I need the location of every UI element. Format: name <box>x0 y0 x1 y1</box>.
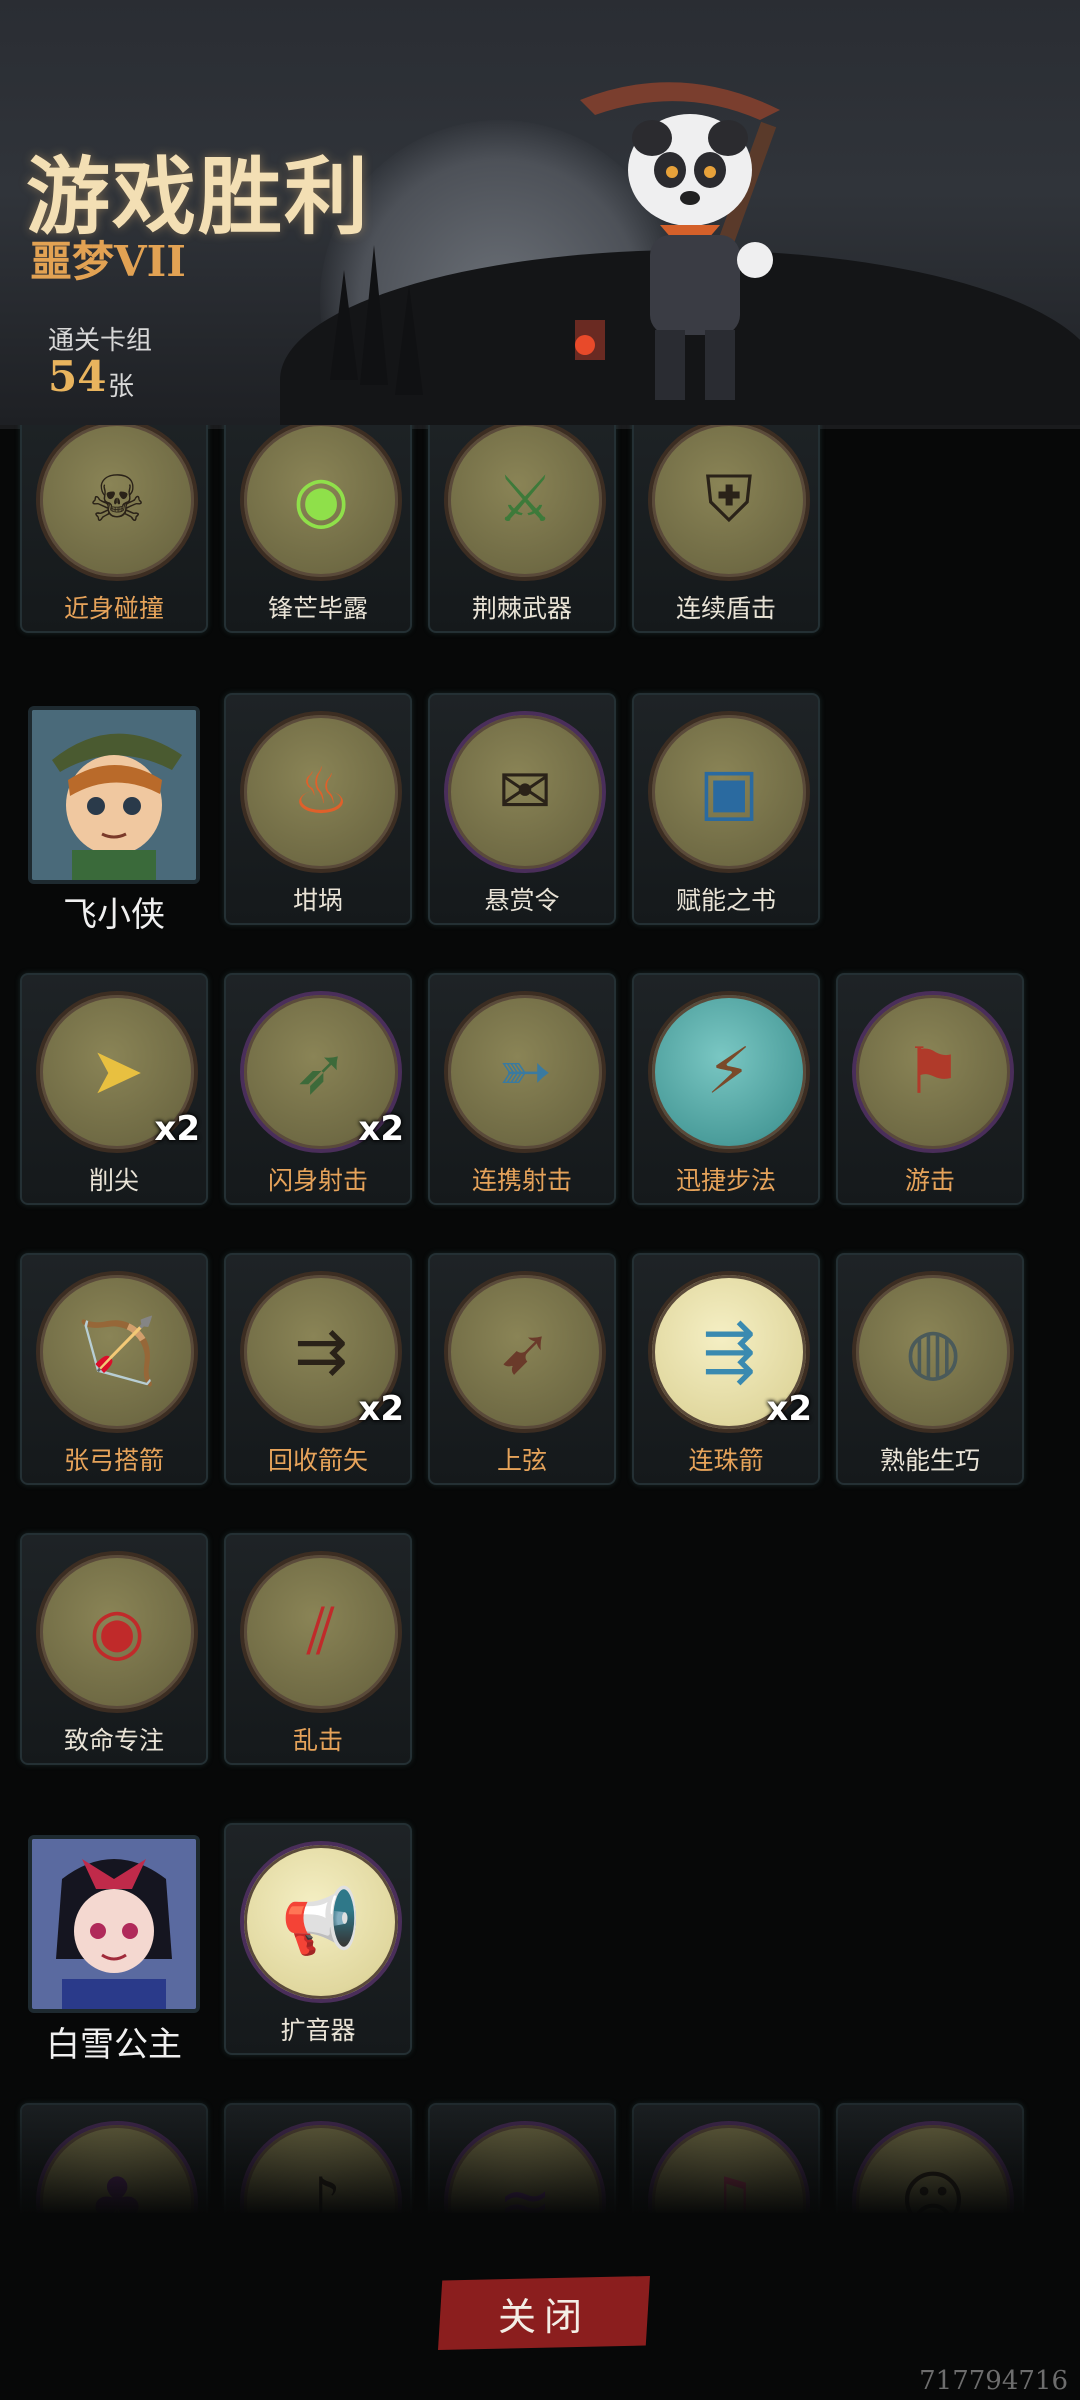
difficulty-level: 噩梦VII <box>30 237 186 286</box>
count-badge: x2 <box>358 1389 404 1429</box>
card-name: 扩音器 <box>280 2016 356 2045</box>
close-button[interactable]: 关闭 <box>438 2276 650 2350</box>
crossed-bow-arrow-icon: ➹ <box>444 1271 606 1433</box>
card-volley[interactable]: ⇶ x2 连珠箭 <box>632 1253 820 1485</box>
wanted-poster-icon: ✉ <box>444 711 606 873</box>
card-name: 迅捷步法 <box>675 1166 776 1195</box>
card-name: 荆棘武器 <box>471 594 572 623</box>
card-cauldron[interactable]: ♨ 坩埚 <box>224 693 412 925</box>
card-name: 连携射击 <box>471 1166 572 1195</box>
hero-name: 白雪公主 <box>46 2025 182 2065</box>
tree-silhouette <box>395 285 423 395</box>
card-dodge-shot[interactable]: ➶ x2 闪身射击 <box>224 973 412 1205</box>
card-deadly-focus[interactable]: ◉ 致命专注 <box>20 1533 208 1765</box>
map-flags-icon: ⚑ <box>852 991 1014 1153</box>
tree-silhouette <box>360 245 388 385</box>
cauldron-icon: ♨ <box>240 711 402 873</box>
eye-focus-icon: ◉ <box>36 1551 198 1713</box>
combo-shot-icon: ➳ <box>444 991 606 1153</box>
card-close-collision[interactable]: ☠ 近身碰撞 <box>20 425 208 633</box>
card-sharpen[interactable]: ➤ x2 削尖 <box>20 973 208 1205</box>
card-name: 连续盾击 <box>675 594 776 623</box>
scroll-fade <box>0 2085 1080 2213</box>
card-thorn-weapon[interactable]: ⚔ 荆棘武器 <box>428 425 616 633</box>
count-badge: x2 <box>766 1389 812 1429</box>
panda-reaper-mascot-icon <box>575 82 780 400</box>
hero-portrait[interactable] <box>28 706 200 884</box>
card-name: 赋能之书 <box>675 886 776 915</box>
thorn-archer-icon: ⚔ <box>444 425 606 581</box>
card-name: 致命专注 <box>63 1726 164 1755</box>
deck-card-list[interactable]: ☠ 近身碰撞 ◉ 锋芒毕露 ⚔ 荆棘武器 ⛨ 连续盾击 飞小侠 ♨ 坩埚 ✉ 悬… <box>0 425 1080 2213</box>
count-badge: x2 <box>154 1109 200 1149</box>
card-guerrilla[interactable]: ⚑ 游击 <box>836 973 1024 1205</box>
hero-portrait[interactable] <box>28 1835 200 2013</box>
hero-name: 飞小侠 <box>63 895 165 935</box>
hero-snow-white-portrait <box>32 1839 196 2009</box>
drawing-bow-icon: 🏹 <box>36 1271 198 1433</box>
card-name: 削尖 <box>88 1166 139 1195</box>
card-name: 闪身射击 <box>267 1166 368 1195</box>
card-retrieve-arrows[interactable]: ⇉ x2 回收箭矢 <box>224 1253 412 1485</box>
swift-boot-icon: ⚡ <box>648 991 810 1153</box>
shield-bash-icon: ⛨ <box>648 425 810 581</box>
card-name: 游击 <box>904 1166 955 1195</box>
card-name: 锋芒毕露 <box>267 594 368 623</box>
skeleton-shield-icon: ☠ <box>36 425 198 581</box>
spiked-shield-icon: ◉ <box>240 425 402 581</box>
card-bounty[interactable]: ✉ 悬赏令 <box>428 693 616 925</box>
card-name: 近身碰撞 <box>63 594 164 623</box>
card-practice[interactable]: ◍ 熟能生巧 <box>836 1253 1024 1485</box>
card-name: 张弓搭箭 <box>63 1446 164 1475</box>
card-megaphone[interactable]: 📢 扩音器 <box>224 1823 412 2055</box>
spell-book-icon: ▣ <box>648 711 810 873</box>
card-name: 坩埚 <box>292 886 343 915</box>
card-string-up[interactable]: ➹ 上弦 <box>428 1253 616 1485</box>
card-name: 上弦 <box>496 1446 547 1475</box>
hero-flying-boy-portrait <box>32 710 196 880</box>
card-name: 连珠箭 <box>688 1446 764 1475</box>
card-wild-strike[interactable]: ⫽ 乱击 <box>224 1533 412 1765</box>
megaphone-icon: 📢 <box>240 1841 402 2003</box>
card-sharp-edge[interactable]: ◉ 锋芒毕露 <box>224 425 412 633</box>
tree-silhouette <box>330 270 358 380</box>
card-name: 悬赏令 <box>484 886 560 915</box>
card-combo-shot[interactable]: ➳ 连携射击 <box>428 973 616 1205</box>
count-badge: x2 <box>358 1109 404 1149</box>
card-name: 乱击 <box>292 1726 343 1755</box>
card-draw-bow[interactable]: 🏹 张弓搭箭 <box>20 1253 208 1485</box>
card-name: 回收箭矢 <box>267 1446 368 1475</box>
card-name: 熟能生巧 <box>879 1446 980 1475</box>
card-swift-step[interactable]: ⚡ 迅捷步法 <box>632 973 820 1205</box>
victory-header: 游戏胜利 噩梦VII 通关卡组 54 张 <box>0 0 1080 429</box>
claw-slash-icon: ⫽ <box>240 1551 402 1713</box>
deck-unit: 张 <box>108 372 135 402</box>
card-shield-bash[interactable]: ⛨ 连续盾击 <box>632 425 820 633</box>
watermark: 717794716 <box>919 2366 1068 2396</box>
card-empower-book[interactable]: ▣ 赋能之书 <box>632 693 820 925</box>
deck-count: 54 <box>48 352 107 401</box>
boulder-target-icon: ◍ <box>852 1271 1014 1433</box>
